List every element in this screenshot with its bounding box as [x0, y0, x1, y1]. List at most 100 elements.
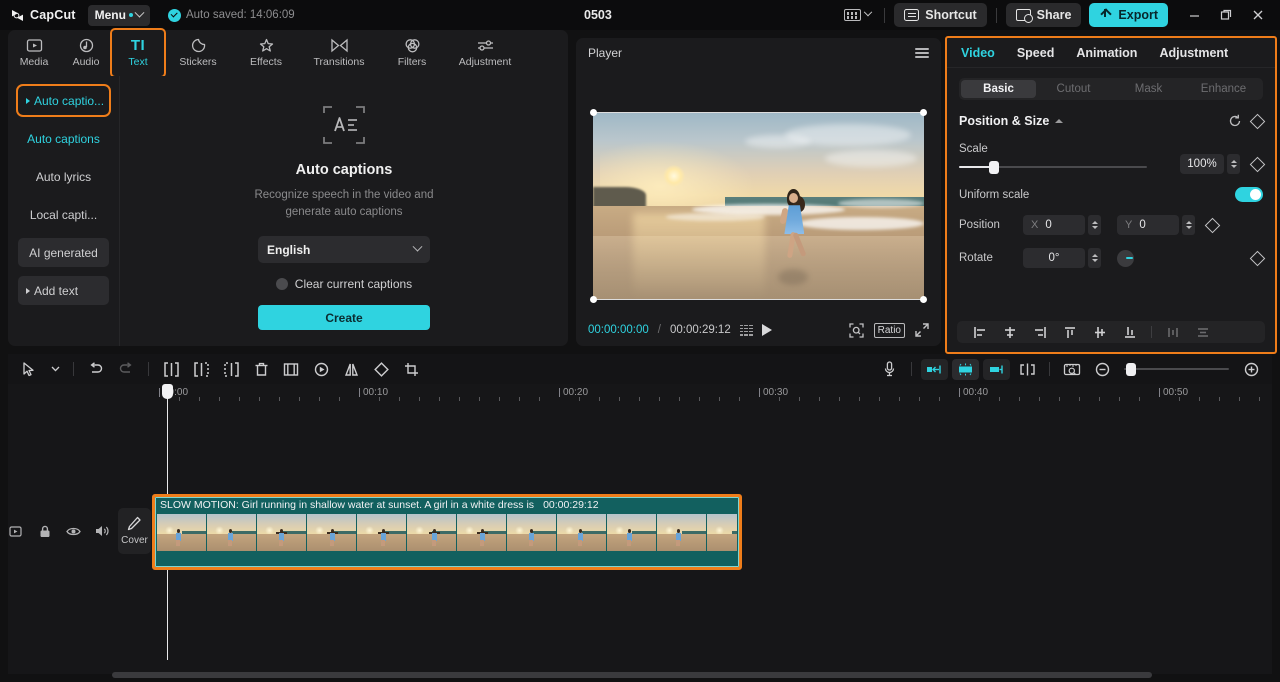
shortcut-button[interactable]: Shortcut — [894, 3, 987, 27]
rotate-stepper[interactable] — [1088, 248, 1101, 268]
record-icon[interactable] — [8, 524, 23, 539]
position-x-stepper[interactable] — [1088, 215, 1101, 235]
slider-knob[interactable] — [989, 160, 1000, 174]
timeline-zoom-slider[interactable] — [1124, 362, 1229, 376]
subtab-cutout[interactable]: Cutout — [1036, 80, 1111, 98]
trim-left-icon[interactable] — [186, 357, 216, 381]
rotate-keyframe-icon[interactable] — [1249, 250, 1266, 266]
rotate-icon[interactable] — [366, 357, 396, 381]
zoom-fit-icon[interactable] — [848, 322, 864, 338]
mirror-icon[interactable] — [336, 357, 366, 381]
ratio-button[interactable]: Ratio — [873, 322, 905, 338]
hamburger-icon[interactable] — [915, 48, 929, 58]
split-icon[interactable] — [156, 357, 186, 381]
lock-icon[interactable] — [37, 524, 52, 539]
align-bottom-icon[interactable] — [1115, 322, 1145, 342]
tab-video[interactable]: Video — [961, 46, 995, 60]
resize-handle-bottom-left[interactable] — [590, 296, 597, 303]
scale-slider[interactable] — [959, 160, 1147, 174]
tab-adjustment[interactable]: Adjustment — [1159, 46, 1228, 60]
tab-media[interactable]: Media — [8, 31, 60, 75]
maximize-icon[interactable] — [1210, 1, 1242, 29]
trim-right-icon[interactable] — [216, 357, 246, 381]
split-marker-icon[interactable] — [1012, 357, 1042, 381]
timeline-ruler[interactable]: 00:00 00:10 00:20 00:30 00:40 00:50 — [8, 384, 1272, 406]
layout-switch-button[interactable] — [840, 7, 875, 23]
align-center-horizontal-icon[interactable] — [995, 322, 1025, 342]
rotate-value-input[interactable]: 0° — [1023, 248, 1085, 268]
eye-icon[interactable] — [66, 524, 81, 539]
tab-filters[interactable]: Filters — [378, 31, 446, 75]
position-keyframe-icon[interactable] — [1204, 217, 1221, 233]
scale-keyframe-icon[interactable] — [1249, 156, 1266, 172]
zoom-out-icon[interactable] — [1087, 357, 1117, 381]
minimize-icon[interactable] — [1178, 1, 1210, 29]
preview-ruler-icon[interactable] — [1057, 357, 1087, 381]
redo-icon[interactable] — [111, 357, 141, 381]
distribute-horizontal-icon[interactable] — [1158, 322, 1188, 342]
sidebar-item-auto-captions-group[interactable]: Auto captio... — [16, 84, 111, 117]
align-middle-vertical-icon[interactable] — [1085, 322, 1115, 342]
close-icon[interactable] — [1242, 1, 1274, 29]
timeline-clip[interactable]: SLOW MOTION: Girl running in shallow wat… — [152, 494, 742, 570]
position-y-stepper[interactable] — [1182, 215, 1195, 235]
clear-captions-checkbox[interactable]: Clear current captions — [275, 277, 412, 291]
tab-audio[interactable]: Audio — [60, 31, 112, 75]
resize-handle-top-right[interactable] — [920, 109, 927, 116]
export-button[interactable]: Export — [1089, 3, 1168, 27]
freeze-frame-icon[interactable] — [276, 357, 306, 381]
sidebar-item-local-captions[interactable]: Local capti... — [18, 200, 109, 229]
grid-icon[interactable] — [739, 324, 753, 336]
distribute-vertical-icon[interactable] — [1188, 322, 1218, 342]
position-x-input[interactable]: X 0 — [1023, 215, 1085, 235]
scale-value-input[interactable]: 100% — [1180, 154, 1224, 174]
volume-icon[interactable] — [95, 524, 110, 539]
scale-stepper[interactable] — [1227, 154, 1240, 174]
tab-speed[interactable]: Speed — [1017, 46, 1055, 60]
tab-effects[interactable]: Effects — [232, 31, 300, 75]
tab-adjustment[interactable]: Adjustment — [446, 31, 524, 75]
align-right-icon[interactable] — [1025, 322, 1055, 342]
tab-text[interactable]: TI Text — [110, 28, 166, 78]
tab-stickers[interactable]: Stickers — [164, 31, 232, 75]
tool-dropdown-icon[interactable] — [44, 357, 66, 381]
snap-center-icon[interactable] — [952, 358, 979, 380]
video-preview[interactable] — [593, 113, 924, 299]
playhead-handle[interactable] — [162, 384, 173, 399]
align-left-icon[interactable] — [965, 322, 995, 342]
create-button[interactable]: Create — [258, 305, 430, 330]
language-select[interactable]: English — [258, 236, 430, 263]
sidebar-item-auto-captions[interactable]: Auto captions — [18, 124, 109, 153]
align-top-icon[interactable] — [1055, 322, 1085, 342]
crop-icon[interactable] — [396, 357, 426, 381]
microphone-icon[interactable] — [874, 357, 904, 381]
cover-button[interactable]: Cover — [118, 508, 151, 554]
share-button[interactable]: Share — [1005, 3, 1082, 27]
tab-animation[interactable]: Animation — [1076, 46, 1137, 60]
uniform-scale-toggle[interactable] — [1235, 187, 1263, 202]
slider-knob[interactable] — [1126, 363, 1136, 376]
subtab-basic[interactable]: Basic — [961, 80, 1036, 98]
snap-left-icon[interactable] — [921, 358, 948, 380]
snap-right-icon[interactable] — [983, 358, 1010, 380]
delete-icon[interactable] — [246, 357, 276, 381]
reset-icon[interactable] — [1228, 114, 1242, 128]
undo-icon[interactable] — [81, 357, 111, 381]
resize-handle-top-left[interactable] — [590, 109, 597, 116]
play-icon[interactable] — [761, 324, 772, 336]
subtab-mask[interactable]: Mask — [1111, 80, 1186, 98]
sidebar-item-add-text[interactable]: Add text — [18, 276, 109, 305]
subtab-enhance[interactable]: Enhance — [1186, 80, 1261, 98]
sidebar-item-auto-lyrics[interactable]: Auto lyrics — [18, 162, 109, 191]
tab-transitions[interactable]: Transitions — [300, 31, 378, 75]
rotate-dial[interactable] — [1117, 249, 1134, 267]
fullscreen-icon[interactable] — [915, 323, 929, 337]
position-y-input[interactable]: Y 0 — [1117, 215, 1179, 235]
select-tool-icon[interactable] — [14, 357, 44, 381]
menu-button[interactable]: Menu — [87, 4, 150, 26]
chevron-up-icon[interactable] — [1055, 119, 1064, 123]
sidebar-item-ai-generated[interactable]: AI generated — [18, 238, 109, 267]
reverse-icon[interactable] — [306, 357, 336, 381]
zoom-in-icon[interactable] — [1236, 357, 1266, 381]
timeline-horizontal-scrollbar[interactable] — [112, 672, 1152, 678]
